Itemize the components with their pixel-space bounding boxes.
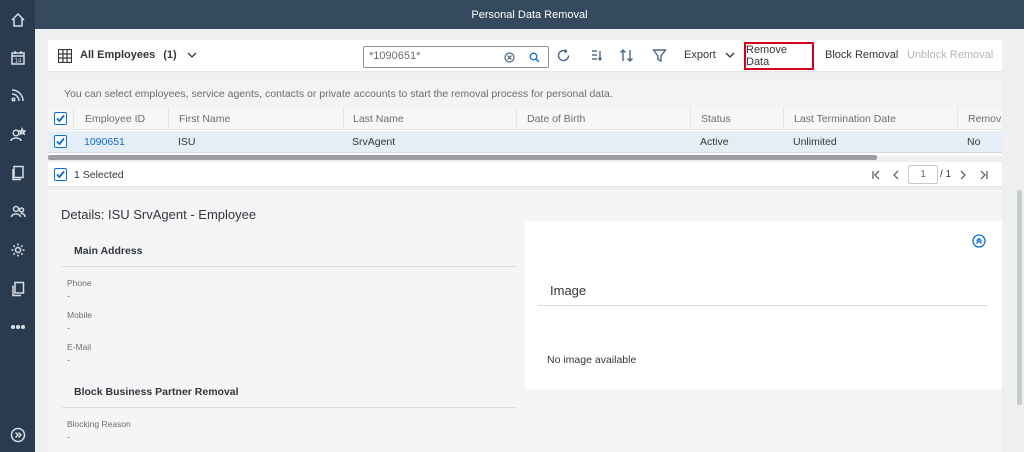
settings-people-icon[interactable]: [0, 235, 35, 265]
removal-cell: No: [967, 136, 981, 148]
last-page-icon[interactable]: [979, 170, 989, 180]
column-header-first-name[interactable]: First Name: [168, 108, 343, 130]
block-removal-section-title: Block Business Partner Removal: [74, 386, 239, 398]
search-field[interactable]: [363, 46, 549, 68]
app-title: Personal Data Removal: [471, 8, 588, 21]
documents-icon[interactable]: [0, 158, 35, 188]
page-number-input[interactable]: [908, 165, 938, 184]
select-all-checkbox[interactable]: [54, 112, 67, 125]
remove-data-button[interactable]: Remove Data: [744, 42, 814, 70]
details-title: Details: ISU SrvAgent - Employee: [61, 207, 257, 222]
page-total: / 1: [940, 169, 952, 180]
refresh-icon[interactable]: [556, 48, 571, 63]
filter-icon[interactable]: [652, 48, 667, 63]
search-input[interactable]: [369, 50, 499, 62]
column-header-last-name[interactable]: Last Name: [343, 108, 516, 130]
row-checkbox[interactable]: [54, 135, 67, 148]
email-label: E-Mail: [67, 342, 92, 352]
collapse-icon[interactable]: [972, 234, 986, 248]
search-icon[interactable]: [529, 52, 540, 63]
home-icon[interactable]: [0, 5, 35, 35]
sort-icon[interactable]: [619, 48, 634, 63]
export-button[interactable]: Export: [684, 49, 735, 61]
horizontal-scrollbar[interactable]: [48, 155, 877, 160]
column-header-last-termination-date[interactable]: Last Termination Date: [783, 108, 957, 130]
section-divider: [62, 266, 517, 267]
variant-selector[interactable]: All Employees (1): [80, 49, 197, 61]
chevron-down-icon: [725, 50, 735, 60]
blocking-reason-value: -: [67, 432, 70, 442]
phone-label: Phone: [67, 278, 92, 288]
vertical-scrollbar[interactable]: [1017, 190, 1022, 405]
mobile-label: Mobile: [67, 310, 93, 320]
info-message: You can select employees, service agents…: [48, 80, 1002, 108]
column-settings-icon[interactable]: [589, 48, 604, 63]
phone-value: -: [67, 291, 70, 301]
calendar-icon[interactable]: 14: [0, 43, 35, 73]
calendar-day: 14: [14, 59, 21, 65]
copy-icon[interactable]: [0, 274, 35, 304]
side-navigation: 14: [0, 0, 35, 452]
table-toolbar: All Employees (1) Export Remove Data Blo…: [48, 40, 1002, 72]
first-name-cell: ISU: [178, 136, 196, 148]
table-grid-icon: [58, 49, 72, 63]
last-termination-date-cell: Unlimited: [793, 136, 837, 148]
status-cell: Active: [700, 136, 729, 148]
block-removal-button[interactable]: Block Removal: [825, 49, 898, 61]
clear-icon[interactable]: [504, 52, 515, 63]
column-header-status[interactable]: Status: [690, 108, 783, 130]
column-header-removal[interactable]: Remova: [957, 108, 1002, 130]
more-icon[interactable]: [0, 312, 35, 342]
feed-icon[interactable]: [0, 80, 35, 110]
image-title: Image: [550, 283, 587, 298]
first-page-icon[interactable]: [871, 170, 881, 180]
last-name-cell: SrvAgent: [352, 136, 396, 148]
column-header-employee-id[interactable]: Employee ID: [73, 108, 168, 130]
variant-count: (1): [163, 49, 177, 61]
selected-count: 1 Selected: [74, 169, 124, 181]
next-page-icon[interactable]: [958, 170, 968, 180]
employee-id-link[interactable]: 1090651: [73, 131, 168, 153]
table-row[interactable]: 1090651 ISU SrvAgent Active Unlimited No: [48, 131, 1002, 153]
employees-icon[interactable]: [0, 197, 35, 227]
unblock-removal-button[interactable]: Unblock Removal: [907, 49, 993, 61]
unblock-removal-label: Unblock Removal: [907, 49, 994, 61]
info-text: You can select employees, service agents…: [64, 88, 613, 100]
details-pane: Details: ISU SrvAgent - Employee Main Ad…: [48, 190, 1002, 452]
column-header-date-of-birth[interactable]: Date of Birth: [516, 108, 690, 130]
export-label: Export: [684, 49, 716, 61]
employee-table: Employee ID First Name Last Name Date of…: [48, 108, 1002, 156]
mobile-value: -: [67, 323, 70, 333]
block-removal-label: Block Removal: [825, 49, 899, 61]
no-image-text: No image available: [547, 354, 637, 366]
email-value: -: [67, 355, 70, 365]
selected-checkbox[interactable]: [54, 168, 67, 181]
people-star-icon[interactable]: [0, 120, 35, 150]
section-divider: [62, 407, 517, 408]
variant-label: All Employees: [80, 49, 156, 61]
main-address-title: Main Address: [74, 245, 143, 257]
image-card: Image No image available: [525, 221, 1002, 389]
image-divider: [538, 305, 988, 306]
app-title-bar: Personal Data Removal: [35, 0, 1024, 29]
chevron-down-icon[interactable]: [187, 50, 197, 60]
previous-page-icon[interactable]: [891, 170, 901, 180]
expand-icon[interactable]: [0, 420, 35, 450]
blocking-reason-label: Blocking Reason: [67, 419, 131, 429]
date-of-birth-cell: [516, 131, 690, 153]
table-footer: 1 Selected / 1: [48, 162, 1002, 187]
table-header-row: Employee ID First Name Last Name Date of…: [48, 108, 1002, 130]
